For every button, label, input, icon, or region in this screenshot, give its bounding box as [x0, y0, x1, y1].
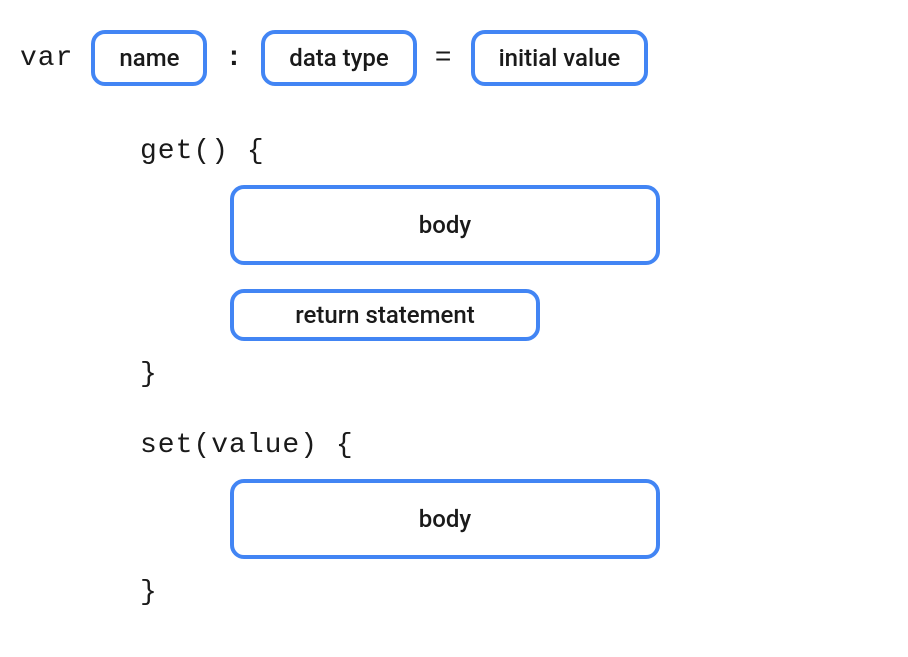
keyword-var: var: [20, 43, 73, 74]
setter-inner: body: [230, 479, 888, 559]
getter-body-placeholder: body: [230, 185, 660, 265]
symbol-colon: :: [225, 43, 243, 74]
getter-block: get() { body return statement }: [140, 136, 888, 390]
setter-close-brace: }: [140, 577, 888, 608]
placeholder-data-type: data type: [261, 30, 416, 86]
setter-body-placeholder: body: [230, 479, 660, 559]
getter-close-brace: }: [140, 359, 888, 390]
getter-signature: get() {: [140, 136, 888, 167]
symbol-equals: =: [435, 43, 453, 74]
setter-signature: set(value) {: [140, 430, 888, 461]
getter-return-placeholder: return statement: [230, 289, 540, 341]
setter-block: set(value) { body }: [140, 430, 888, 608]
placeholder-name: name: [91, 30, 207, 86]
declaration-row: var name : data type = initial value: [20, 30, 888, 86]
getter-inner: body return statement: [230, 185, 888, 341]
placeholder-initial-value: initial value: [471, 30, 649, 86]
